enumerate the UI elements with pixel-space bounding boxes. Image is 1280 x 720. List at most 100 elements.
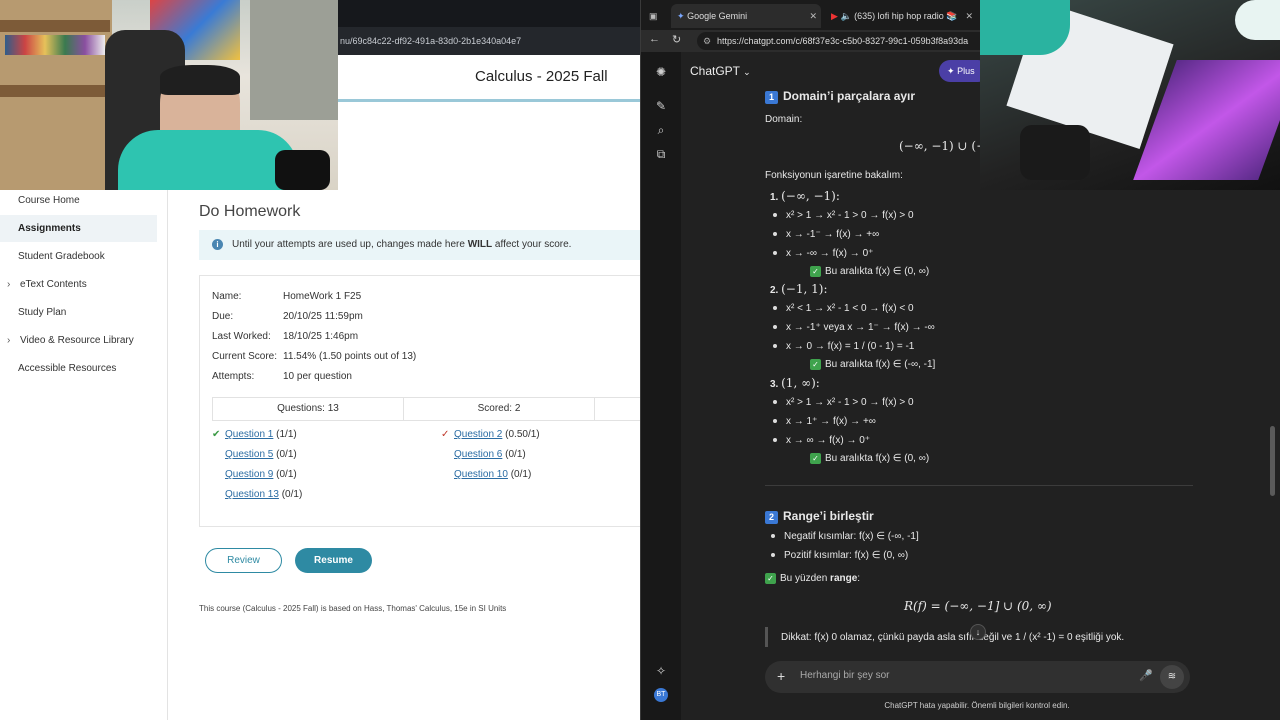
questions-summary-header: Questions: 13 Scored: 2 — [212, 397, 640, 421]
scrollbar[interactable] — [1270, 426, 1275, 496]
sidebar-item-accessible-resources[interactable]: Accessible Resources — [0, 355, 157, 382]
bullet-icon — [771, 534, 775, 539]
tab-actions-icon[interactable]: ▣ — [649, 4, 663, 28]
sidebar-item-assignments[interactable]: Assignments — [0, 215, 157, 242]
question-link[interactable]: Question 2 — [454, 429, 502, 440]
name-label: Name: — [212, 291, 242, 302]
site-info-icon[interactable]: ⚙ — [703, 32, 711, 50]
list-item: x → -∞ → f(x) → 0⁺ — [773, 248, 873, 259]
last-worked-value: 18/10/25 1:46pm — [283, 331, 359, 342]
interval-heading: 2. (−1, 1): — [770, 282, 827, 296]
voice-mode-icon[interactable]: ≋ — [1160, 665, 1184, 689]
question-score: (0/1) — [276, 449, 297, 460]
quote-bar — [765, 627, 768, 647]
sidebar-item-study-plan[interactable]: Study Plan — [0, 299, 157, 326]
section-heading-domain: 1 Domain’i parçalara ayır — [765, 89, 915, 104]
conclusion-text: Bu aralıkta f(x) ∈ (-∞, -1] — [825, 359, 936, 370]
question-item[interactable]: Question 9 (0/1) — [225, 469, 297, 480]
sidebar-item-label: Course Home — [18, 195, 80, 206]
list-item: x² > 1 → x² - 1 > 0 → f(x) > 0 — [773, 397, 914, 408]
question-link[interactable]: Question 1 — [225, 429, 273, 440]
list-item: x → 0 → f(x) = 1 / (0 - 1) = -1 — [773, 341, 914, 352]
number-badge: 2 — [765, 511, 778, 524]
question-link[interactable]: Question 6 — [454, 449, 502, 460]
due-label: Due: — [212, 311, 234, 322]
question-item[interactable]: Question 13 (0/1) — [225, 489, 302, 500]
sidebar-item-course-home[interactable]: Course Home — [0, 187, 157, 214]
list-item: Pozitif kısımlar: f(x) ∈ (0, ∞) — [771, 550, 908, 561]
conclusion: ✓ Bu aralıkta f(x) ∈ (0, ∞) — [810, 453, 929, 464]
question-item[interactable]: Question 6 (0/1) — [454, 449, 526, 460]
attach-plus-icon[interactable]: + — [777, 668, 785, 684]
scroll-down-button[interactable]: ↓ — [970, 624, 986, 640]
attempts-notice: i Until your attempts are used up, chang… — [199, 230, 640, 260]
bullet-icon — [773, 213, 777, 218]
tab-label: Google Gemini — [687, 11, 748, 21]
name-value: HomeWork 1 F25 — [283, 291, 362, 302]
sidebar-item-label: Accessible Resources — [18, 363, 117, 374]
reload-icon[interactable]: ↻ — [672, 33, 681, 46]
back-icon[interactable]: ← — [649, 33, 660, 45]
list-item: x → -1⁺ veya x → 1⁻ → f(x) → -∞ — [773, 322, 935, 333]
lms-window: nu/69c84c22-df92-491a-83d0-2b1e340a04e7 … — [0, 0, 640, 720]
question-item[interactable]: Question 1 (1/1) — [225, 429, 297, 440]
question-item[interactable]: Question 10 (0/1) — [454, 469, 531, 480]
due-value: 20/10/25 11:59pm — [283, 311, 363, 322]
interval-heading: 3. (1, ∞): — [770, 376, 820, 390]
check-icon: ✓ — [810, 266, 821, 277]
avatar[interactable]: BT — [654, 688, 668, 702]
library-icon[interactable]: ⧉ — [654, 147, 668, 161]
review-button[interactable]: Review — [205, 548, 282, 573]
new-chat-icon[interactable]: ✎ — [654, 99, 668, 113]
sidebar-item-video-library[interactable]: › Video & Resource Library — [0, 327, 157, 354]
notice-text-bold: WILL — [467, 239, 493, 250]
question-item[interactable]: Question 2 (0.50/1) — [454, 429, 540, 440]
question-link[interactable]: Question 10 — [454, 469, 508, 480]
attempts-label: Attempts: — [212, 371, 255, 382]
composer-placeholder[interactable]: Herhangi bir şey sor — [800, 670, 889, 681]
tab-youtube[interactable]: ▶ 🔈 (635) lofi hip hop radio 📚 ✕ — [827, 4, 977, 28]
search-icon[interactable]: ⌕ — [654, 123, 668, 137]
list-item-text: x² > 1 → x² - 1 > 0 → f(x) > 0 — [786, 397, 914, 408]
question-link[interactable]: Question 5 — [225, 449, 273, 460]
list-item: x → 1⁺ → f(x) → +∞ — [773, 416, 876, 427]
homework-info-card: Name: HomeWork 1 F25 Due: 20/10/25 11:59… — [199, 275, 640, 527]
question-score: (0/1) — [276, 469, 297, 480]
therefore-line: ✓ Bu yüzden range: — [765, 573, 860, 584]
list-item: x² > 1 → x² - 1 > 0 → f(x) > 0 — [773, 210, 914, 221]
tab-gemini[interactable]: ✦ Google Gemini ✕ — [671, 4, 821, 28]
domain-label: Domain: — [765, 114, 803, 125]
shelf — [0, 20, 110, 32]
close-tab-icon[interactable]: ✕ — [809, 4, 817, 28]
sparkle-icon[interactable]: ✧ — [654, 664, 668, 678]
bullet-icon — [773, 400, 777, 405]
sidebar-item-gradebook[interactable]: Student Gradebook — [0, 243, 157, 270]
conclusion: ✓ Bu aralıkta f(x) ∈ (0, ∞) — [810, 266, 929, 277]
attempts-value: 10 per question — [283, 371, 352, 382]
sign-intro: Fonksiyonun işaretine bakalım: — [765, 170, 903, 181]
model-selector[interactable]: ChatGPT ⌄ — [690, 64, 751, 78]
openai-logo-icon[interactable]: ✺ — [654, 65, 668, 79]
question-link[interactable]: Question 9 — [225, 469, 273, 480]
therefore-bold: range — [830, 573, 858, 584]
bullet-icon — [773, 419, 777, 424]
model-name: ChatGPT — [690, 64, 740, 78]
question-item[interactable]: Question 5 (0/1) — [225, 449, 297, 460]
question-score: (0.50/1) — [505, 429, 540, 440]
check-icon: ✓ — [765, 573, 776, 584]
therefore-suffix: : — [857, 573, 861, 584]
course-title: Calculus - 2025 Fall — [475, 68, 608, 85]
close-tab-icon[interactable]: ✕ — [965, 4, 973, 28]
sidebar-item-etext[interactable]: › eText Contents — [0, 271, 157, 298]
list-item: x → -1⁻ → f(x) → +∞ — [773, 229, 879, 240]
partial-check-icon: ✓ — [441, 429, 450, 440]
screen: nu/69c84c22-df92-491a-83d0-2b1e340a04e7 … — [0, 0, 1280, 720]
message-composer[interactable]: + Herhangi bir şey sor 🎤 ≋ — [765, 661, 1190, 693]
bullet-icon — [773, 325, 777, 330]
list-item-text: x → 1⁺ → f(x) → +∞ — [786, 416, 876, 427]
sidebar-item-label: Study Plan — [18, 307, 67, 318]
last-worked-label: Last Worked: — [212, 331, 271, 342]
question-link[interactable]: Question 13 — [225, 489, 279, 500]
resume-button[interactable]: Resume — [295, 548, 372, 573]
microphone-icon[interactable]: 🎤 — [1139, 669, 1153, 682]
